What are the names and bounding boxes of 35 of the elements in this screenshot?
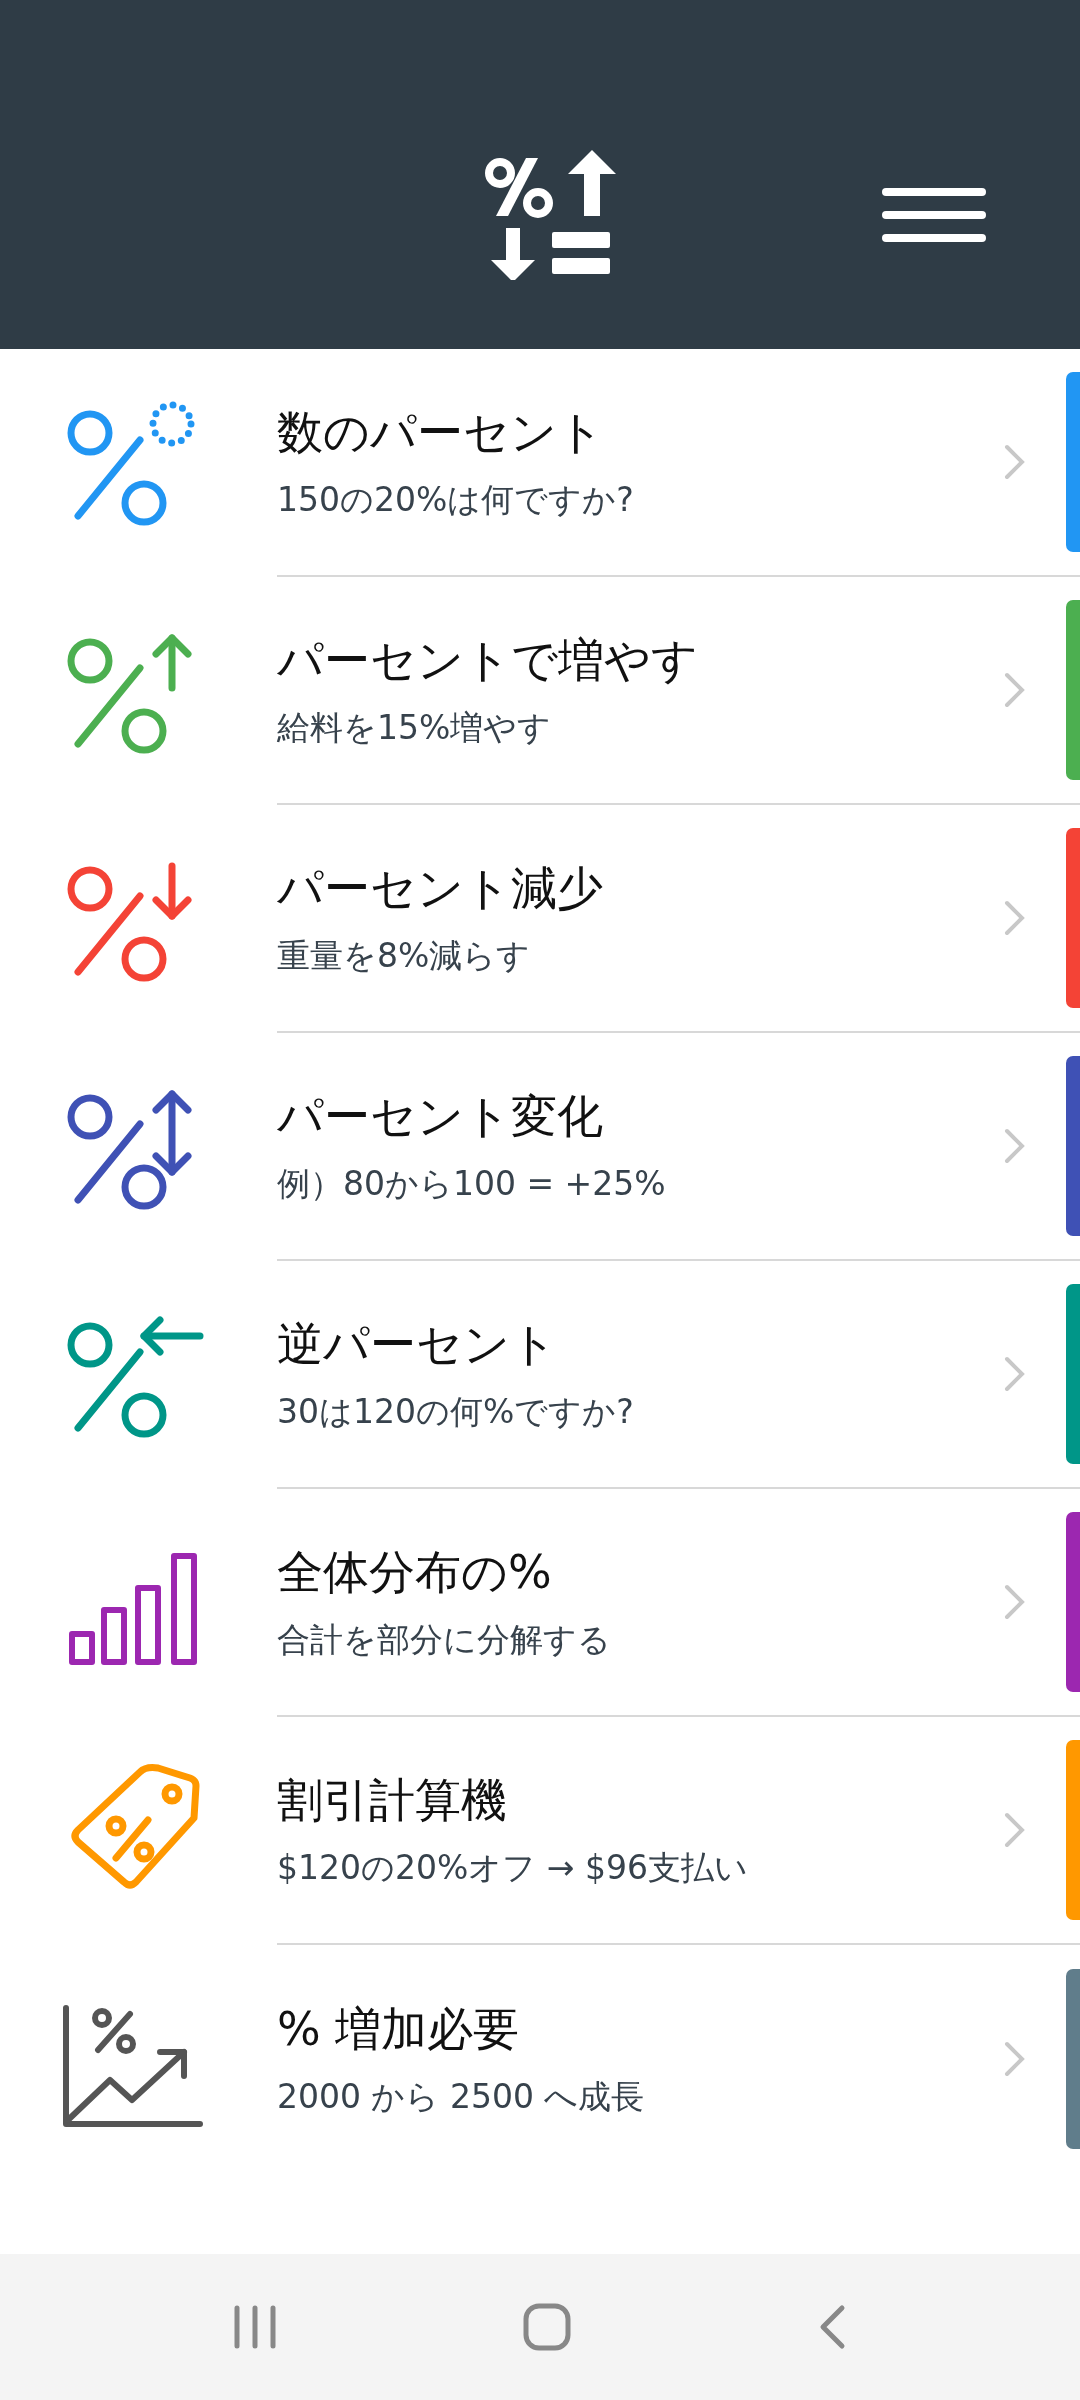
item-subtitle: 合計を部分に分解する xyxy=(277,1618,611,1661)
chevron-icon xyxy=(1004,1128,1026,1164)
chevron-icon xyxy=(1004,1812,1026,1848)
chevron-icon xyxy=(1004,444,1026,480)
item-subtitle: 30は120の何%ですか? xyxy=(277,1390,634,1433)
list-item[interactable]: 全体分布の% 合計を部分に分解する xyxy=(0,1489,1080,1717)
chevron-icon xyxy=(1004,1356,1026,1392)
item-title: 割引計算機 xyxy=(277,1771,507,1829)
item-title: パーセント変化 xyxy=(277,1087,603,1145)
item-subtitle: 例）80から100 = +25% xyxy=(277,1162,666,1205)
item-title: % 増加必要 xyxy=(277,2000,520,2058)
item-subtitle: 給料を15%増やす xyxy=(277,706,552,749)
list-item[interactable]: 割引計算機 $120の20%オフ → $96支払い xyxy=(0,1717,1080,1945)
list-item[interactable]: パーセント変化 例）80から100 = +25% xyxy=(0,1033,1080,1261)
recent-apps-icon[interactable] xyxy=(232,2304,277,2350)
item-subtitle: 重量を8%減らす xyxy=(277,934,531,977)
item-subtitle: 2000 から 2500 へ成長 xyxy=(277,2075,645,2118)
item-title: 逆パーセント xyxy=(277,1315,557,1373)
chevron-icon xyxy=(1004,900,1026,936)
item-title: 数のパーセント xyxy=(277,403,604,461)
chevron-icon xyxy=(1004,2041,1026,2077)
list-item[interactable]: 数のパーセント 150の20%は何ですか? xyxy=(0,349,1080,577)
item-title: 全体分布の% xyxy=(277,1543,552,1601)
menu-icon[interactable] xyxy=(882,188,986,242)
item-title: パーセントで増やす xyxy=(277,631,698,689)
item-subtitle: $120の20%オフ → $96支払い xyxy=(277,1846,748,1889)
chevron-icon xyxy=(1004,1584,1026,1620)
home-icon[interactable] xyxy=(522,2302,572,2352)
chevron-icon xyxy=(1004,672,1026,708)
list-item[interactable]: パーセント減少 重量を8%減らす xyxy=(0,805,1080,1033)
list-item[interactable]: % 増加必要 2000 から 2500 へ成長 xyxy=(0,1945,1080,2173)
item-title: パーセント減少 xyxy=(277,859,603,917)
list-item[interactable]: パーセントで増やす 給料を15%増やす xyxy=(0,577,1080,805)
item-subtitle: 150の20%は何ですか? xyxy=(277,478,634,521)
list-item[interactable]: 逆パーセント 30は120の何%ですか? xyxy=(0,1261,1080,1489)
